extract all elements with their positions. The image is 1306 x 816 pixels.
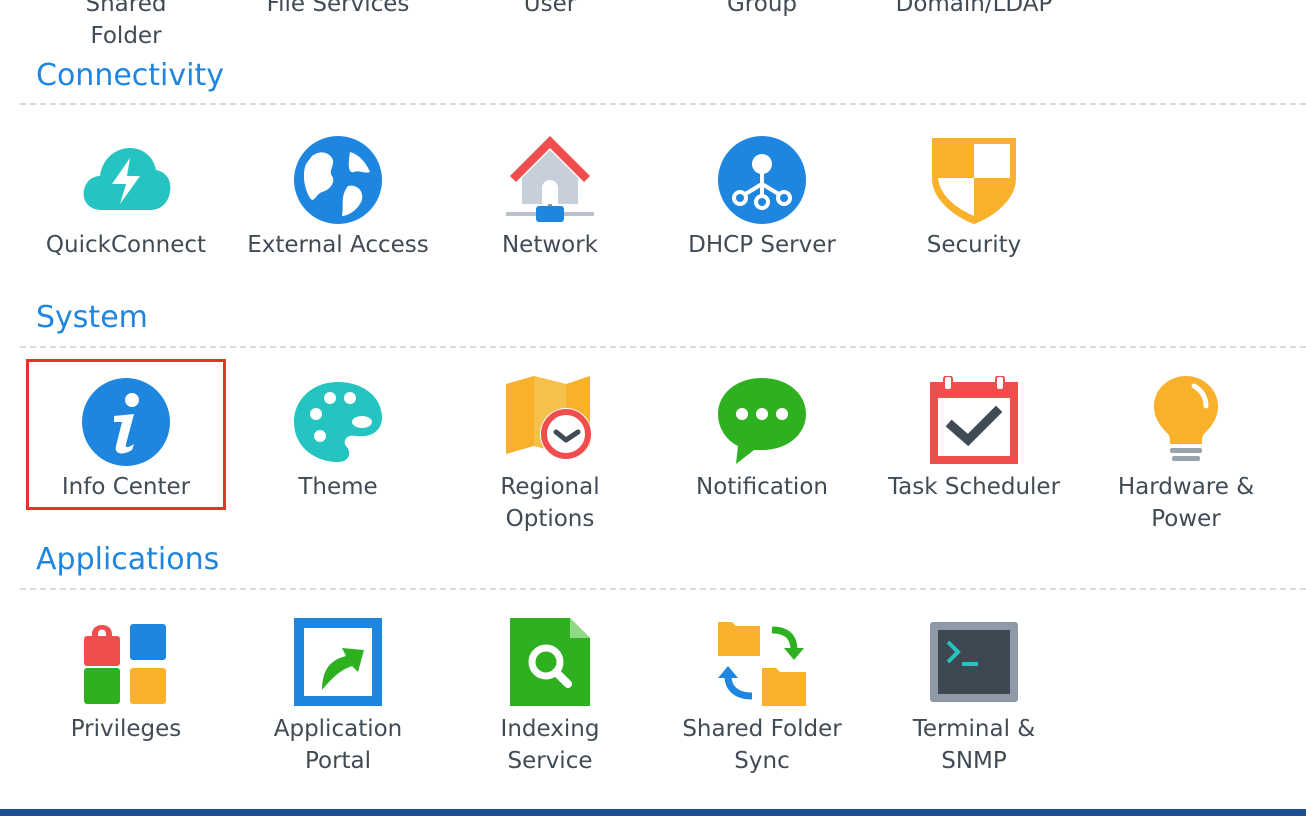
hardware-power-item[interactable]: Hardware & Power: [1080, 471, 1292, 535]
indexing-service-label: Indexing Service: [500, 716, 600, 774]
dhcp-server-item[interactable]: DHCP Server: [656, 229, 868, 261]
quickconnect-item[interactable]: QuickConnect: [20, 229, 232, 261]
task-scheduler-item[interactable]: Task Scheduler: [868, 471, 1080, 503]
file-services-label: File Services: [266, 0, 410, 17]
search-document-icon[interactable]: [504, 616, 596, 708]
terminal-snmp-label: Terminal & SNMP: [912, 716, 1036, 774]
section-title-system: System: [36, 300, 148, 335]
notification-label: Notification: [696, 474, 828, 500]
external-access-label: External Access: [247, 232, 429, 258]
theme-item[interactable]: Theme: [232, 471, 444, 503]
external-access-item[interactable]: External Access: [232, 229, 444, 261]
dhcp-server-label: DHCP Server: [688, 232, 836, 258]
info-center-label: Info Center: [61, 474, 191, 500]
terminal-snmp-item[interactable]: Terminal & SNMP: [868, 713, 1080, 777]
application-portal-label: Application Portal: [273, 716, 403, 774]
map-clock-icon[interactable]: [504, 376, 596, 468]
file-services-item[interactable]: File Services: [232, 0, 444, 20]
quickconnect-label: QuickConnect: [45, 232, 207, 258]
domain-ldap-label: Domain/LDAP: [895, 0, 1053, 17]
group-item[interactable]: Group: [656, 0, 868, 20]
section-title-applications: Applications: [36, 542, 220, 577]
dhcp-node-icon[interactable]: [716, 134, 808, 226]
shared-folder-label: Shared Folder: [85, 0, 167, 49]
shared-folder-sync-item[interactable]: Shared Folder Sync: [656, 713, 868, 777]
theme-label: Theme: [298, 474, 378, 500]
section-divider: [20, 103, 1306, 105]
quickconnect-icon[interactable]: [80, 134, 172, 226]
chat-bubble-icon[interactable]: [716, 376, 808, 468]
indexing-service-item[interactable]: Indexing Service: [444, 713, 656, 777]
calendar-check-icon[interactable]: [928, 376, 1020, 468]
regional-options-item[interactable]: Regional Options: [444, 471, 656, 535]
info-icon[interactable]: [80, 376, 172, 468]
globe-icon[interactable]: [292, 134, 384, 226]
footer-bar: [0, 809, 1306, 816]
user-item[interactable]: User: [444, 0, 656, 20]
privileges-grid-icon[interactable]: [80, 616, 172, 708]
section-divider: [20, 346, 1306, 348]
domain-ldap-item[interactable]: Domain/LDAP: [868, 0, 1080, 20]
folder-sync-icon[interactable]: [716, 616, 808, 708]
info-center-item[interactable]: Info Center: [20, 471, 232, 503]
section-title-connectivity: Connectivity: [36, 58, 224, 93]
hardware-power-label: Hardware & Power: [1117, 474, 1255, 532]
notification-item[interactable]: Notification: [656, 471, 868, 503]
shared-folder-sync-label: Shared Folder Sync: [682, 716, 842, 774]
user-label: User: [523, 0, 577, 17]
lightbulb-icon[interactable]: [1140, 376, 1232, 468]
palette-icon[interactable]: [292, 376, 384, 468]
shield-icon[interactable]: [928, 134, 1020, 226]
group-label: Group: [726, 0, 798, 17]
network-item[interactable]: Network: [444, 229, 656, 261]
task-scheduler-label: Task Scheduler: [887, 474, 1061, 500]
security-item[interactable]: Security: [868, 229, 1080, 261]
terminal-icon[interactable]: [928, 616, 1020, 708]
shared-folder-item[interactable]: Shared Folder: [20, 0, 232, 52]
security-label: Security: [926, 232, 1022, 258]
portal-arrow-icon[interactable]: [292, 616, 384, 708]
network-label: Network: [501, 232, 599, 258]
regional-options-label: Regional Options: [500, 474, 600, 532]
network-house-icon[interactable]: [504, 134, 596, 226]
application-portal-item[interactable]: Application Portal: [232, 713, 444, 777]
privileges-label: Privileges: [70, 716, 182, 742]
section-divider: [20, 588, 1306, 590]
privileges-item[interactable]: Privileges: [20, 713, 232, 745]
